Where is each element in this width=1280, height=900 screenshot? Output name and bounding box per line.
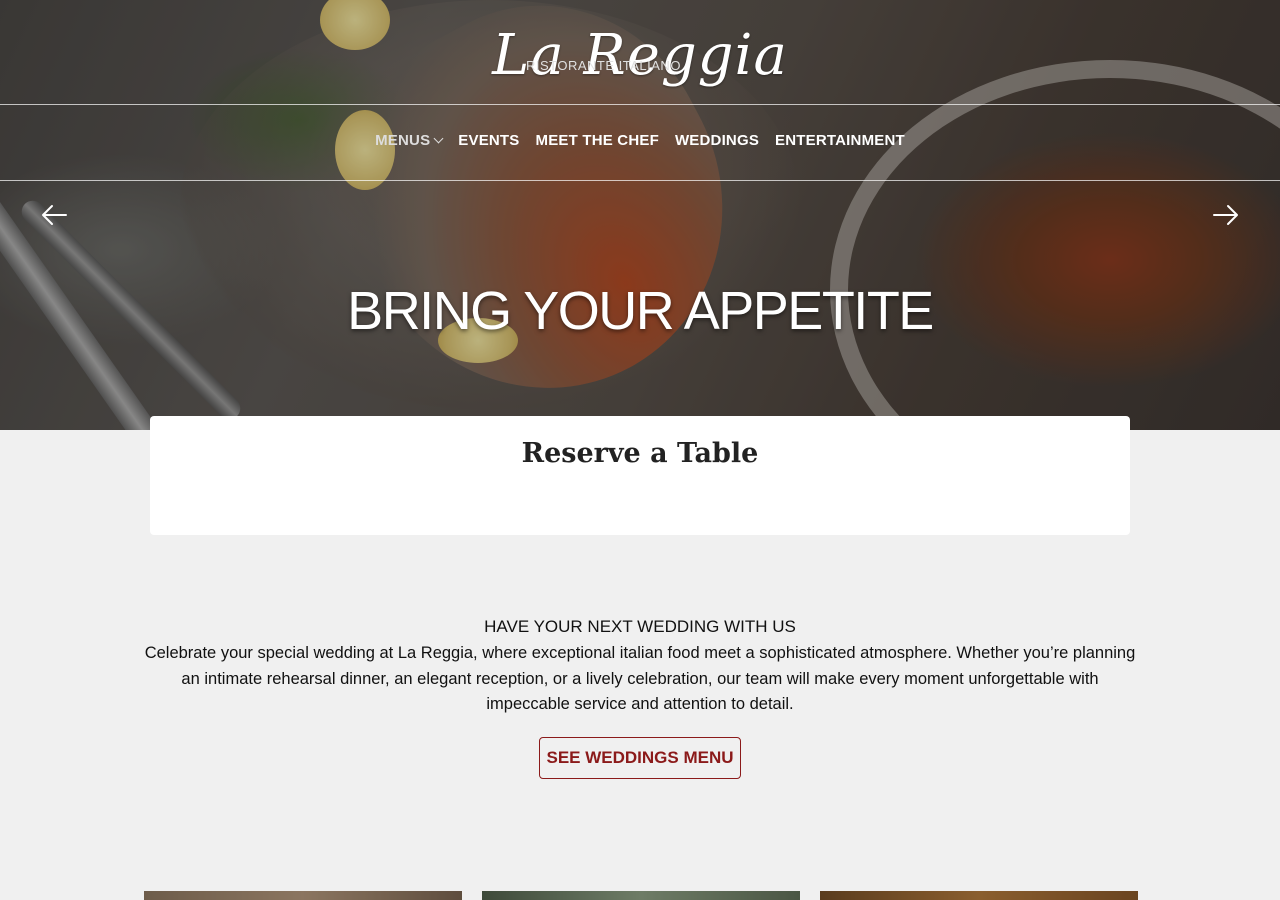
gallery-image[interactable] [144,891,462,900]
hero-slider: La Reggia RISTORANTE ITALIANO MENUS EVEN… [0,0,1280,430]
chevron-down-icon [433,133,444,144]
arrow-right-icon [1213,205,1238,225]
logo-script: La Reggia [492,23,788,88]
arrow-left-icon [42,205,67,225]
main-nav: MENUS EVENTS MEET THE CHEF WEDDINGS ENTE… [0,132,1280,149]
logo-tagline: RISTORANTE ITALIANO [526,58,681,73]
nav-item-events[interactable]: EVENTS [458,132,519,149]
nav-item-meet-the-chef[interactable]: MEET THE CHEF [536,132,659,149]
gallery-image[interactable] [482,891,800,900]
reserve-table-title: Reserve a Table [521,438,759,469]
nav-top-divider [0,104,1280,105]
site-logo[interactable]: La Reggia [0,26,1280,86]
see-weddings-menu-button[interactable]: SEE WEDDINGS MENU [539,737,741,779]
gallery-image[interactable] [820,891,1138,900]
reserve-table-card: Reserve a Table [150,416,1130,535]
slider-prev-button[interactable] [40,203,68,227]
slider-next-button[interactable] [1212,203,1240,227]
hero-headline: BRING YOUR APPETITE [347,281,934,341]
weddings-heading: HAVE YOUR NEXT WEDDING WITH US [484,617,796,636]
nav-item-label: MENUS [375,132,431,149]
nav-item-entertainment[interactable]: ENTERTAINMENT [775,132,905,149]
nav-item-weddings[interactable]: WEDDINGS [675,132,759,149]
weddings-description: Celebrate your special wedding at La Reg… [144,644,1136,713]
nav-bottom-divider [0,180,1280,181]
nav-item-menus[interactable]: MENUS [375,132,444,149]
